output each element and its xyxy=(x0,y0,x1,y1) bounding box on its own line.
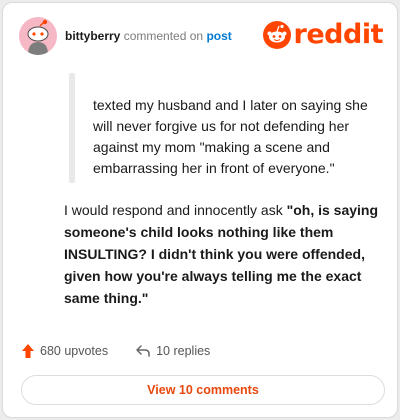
comment-body-intro: I would respond and innocently ask xyxy=(64,202,287,218)
username-link[interactable]: bittyberry xyxy=(65,29,120,43)
replies-button[interactable]: 10 replies xyxy=(135,344,210,358)
comment-card: bittyberry commented on post reddit text… xyxy=(2,2,398,418)
reddit-snoo-icon xyxy=(262,21,291,49)
snoo-avatar-icon xyxy=(19,17,57,55)
comment-meta: bittyberry commented on post xyxy=(65,29,232,43)
action-text: commented on xyxy=(123,29,204,43)
upvote-arrow-icon xyxy=(22,344,34,358)
reply-arrow-icon xyxy=(136,345,150,357)
view-comments-button[interactable]: View 10 comments xyxy=(21,375,385,405)
post-link[interactable]: post xyxy=(206,29,231,43)
reply-count: 10 replies xyxy=(156,344,211,358)
upvote-button[interactable]: 680 upvotes xyxy=(21,343,108,359)
upvote-count: 680 upvotes xyxy=(40,344,109,358)
quote-bar xyxy=(69,73,75,183)
comment-body: I would respond and innocently ask "oh, … xyxy=(64,199,384,309)
reddit-wordmark: reddit xyxy=(293,19,384,50)
quoted-text: texted my husband and I later on saying … xyxy=(93,97,368,176)
reddit-logo[interactable]: reddit xyxy=(262,19,384,50)
comment-actions: 680 upvotes 10 replies xyxy=(21,341,210,361)
avatar[interactable] xyxy=(19,17,57,55)
